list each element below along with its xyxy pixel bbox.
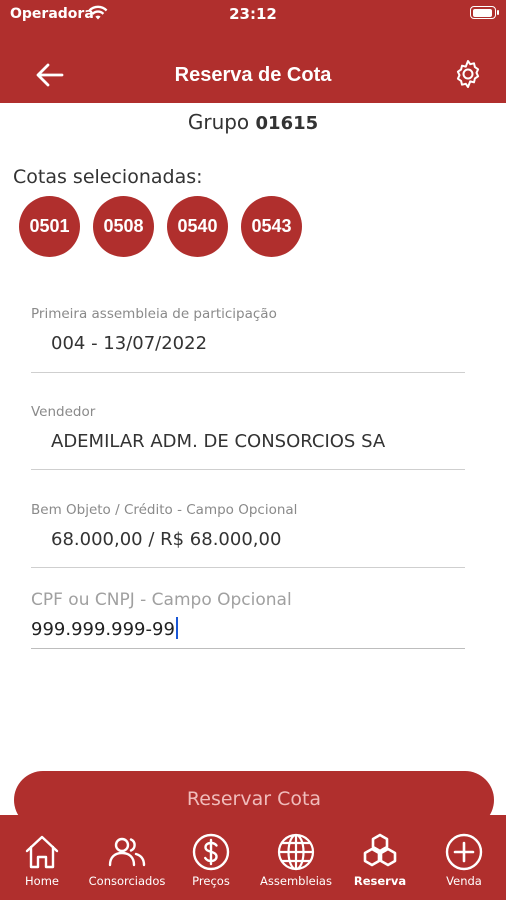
cpf-value: 999.999.999-99 [31, 619, 175, 640]
tab-home[interactable]: Home [12, 815, 72, 900]
vendedor-value[interactable]: ADEMILAR ADM. DE CONSORCIOS SA [51, 431, 385, 452]
page-title: Reserva de Cota [174, 64, 332, 86]
gear-icon[interactable] [452, 58, 484, 90]
assembleia-value[interactable]: 004 - 13/07/2022 [51, 333, 207, 354]
clock: 23:12 [229, 5, 277, 23]
cota-chip[interactable]: 0543 [241, 196, 302, 257]
nav-bar: Reserva de Cota [0, 28, 506, 103]
globe-icon [277, 833, 315, 871]
cotas-chip-list: 0501 0508 0540 0543 [19, 196, 302, 257]
tab-label: Assembleias [260, 874, 332, 888]
assembleia-field[interactable]: Primeira assembleia de participação 004 … [31, 300, 465, 373]
text-caret [175, 617, 178, 639]
tab-precos[interactable]: Preços [181, 815, 241, 900]
tab-label: Preços [192, 874, 230, 888]
plus-circle-icon [445, 833, 483, 871]
battery-icon [470, 6, 499, 19]
cota-chip[interactable]: 0540 [167, 196, 228, 257]
tab-label: Home [25, 874, 59, 888]
cpf-label: CPF ou CNPJ - Campo Opcional [31, 590, 292, 610]
vendedor-label: Vendedor [31, 404, 96, 420]
group-label: Grupo [187, 110, 250, 134]
status-bar: Operadora 23:12 [0, 0, 506, 28]
bem-field[interactable]: Bem Objeto / Crédito - Campo Opcional 68… [31, 496, 465, 568]
cota-chip[interactable]: 0501 [19, 196, 80, 257]
tab-assembleias[interactable]: Assembleias [252, 815, 340, 900]
tab-consorciados[interactable]: Consorciados [82, 815, 172, 900]
bem-label: Bem Objeto / Crédito - Campo Opcional [31, 502, 298, 518]
assembleia-label: Primeira assembleia de participação [31, 306, 277, 322]
reserve-icon [363, 833, 397, 867]
tab-reserva[interactable]: Reserva [350, 815, 410, 900]
users-icon [108, 837, 146, 867]
dollar-icon [192, 833, 230, 871]
vendedor-field[interactable]: Vendedor ADEMILAR ADM. DE CONSORCIOS SA [31, 398, 465, 470]
bem-value[interactable]: 68.000,00 / R$ 68.000,00 [51, 529, 281, 550]
group-heading: Grupo 01615 [0, 110, 506, 134]
tab-venda[interactable]: Venda [434, 815, 494, 900]
tab-bar: Home Consorciados Preços Assembleias Res… [0, 815, 506, 900]
home-icon [25, 835, 59, 869]
cpf-input[interactable]: 999.999.999-99 [31, 617, 178, 640]
cota-chip[interactable]: 0508 [93, 196, 154, 257]
tab-label: Consorciados [88, 874, 166, 888]
group-number: 01615 [255, 113, 319, 134]
cpf-field[interactable]: CPF ou CNPJ - Campo Opcional 999.999.999… [31, 586, 465, 649]
tab-label: Venda [446, 874, 482, 888]
tab-label: Reserva [353, 874, 407, 888]
cotas-label: Cotas selecionadas: [13, 166, 203, 188]
